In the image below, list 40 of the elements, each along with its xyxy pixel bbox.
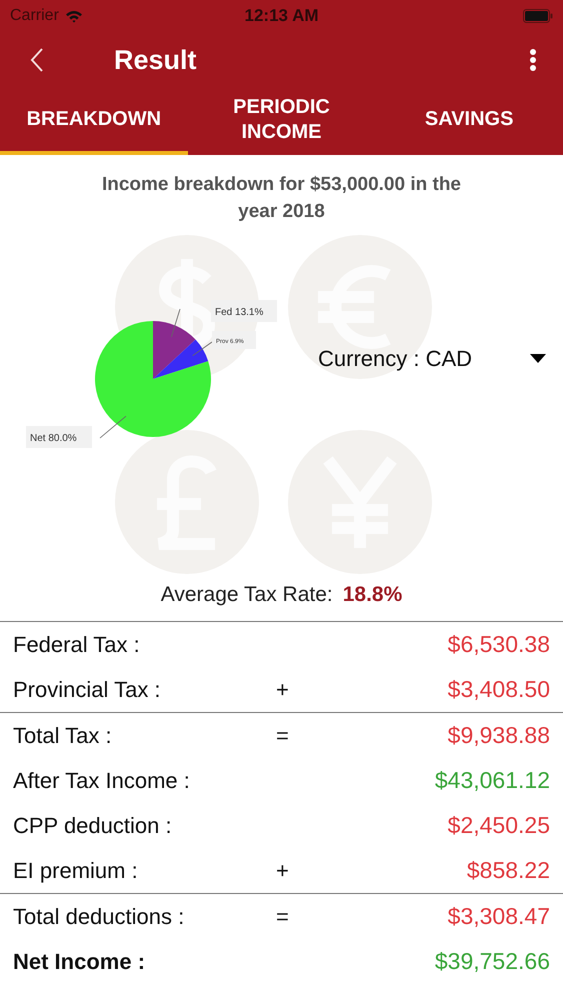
tab[interactable]: BREAKDOWN — [0, 88, 188, 155]
operator-sign: + — [276, 676, 289, 702]
average-tax-value: 18.8% — [342, 583, 402, 607]
row-amount: $858.22 — [466, 857, 550, 884]
row-label: CPP deduction : — [13, 812, 172, 838]
row-label: Total Tax : — [13, 722, 112, 748]
operator-sign: = — [276, 904, 289, 930]
clock-time: 12:13 AM — [244, 6, 318, 26]
carrier-label: Carrier — [10, 7, 59, 25]
row-label: After Tax Income : — [13, 768, 190, 794]
row-label: Total deductions : — [13, 904, 184, 930]
operator-sign: + — [276, 858, 289, 884]
operator-sign: = — [276, 722, 289, 748]
row-label: Net Income : — [13, 948, 146, 974]
slice-label: Fed 13.1% — [171, 300, 277, 338]
caret-icon — [530, 354, 546, 364]
currency-dropdown[interactable]: Currency : CAD — [318, 346, 546, 372]
row-amount: $3,408.50 — [448, 676, 550, 703]
wifi-icon — [64, 10, 83, 22]
tab[interactable]: PERIODIC INCOME — [188, 88, 376, 155]
slice-label: Fed 13.1% — [215, 307, 264, 318]
tab[interactable]: SAVINGS — [375, 88, 563, 155]
row-label: EI premium : — [13, 858, 138, 884]
row-label: Provincial Tax : — [13, 676, 161, 702]
slice-label: Net 80.0% — [30, 433, 77, 444]
battery-icon — [523, 9, 553, 23]
row-amount: $6,530.38 — [448, 631, 550, 658]
row-amount: $39,752.66 — [434, 948, 550, 975]
chart-heading: Income breakdown for $53,000.00 in the year 2018 — [100, 173, 462, 224]
pound-coin-icon — [115, 430, 259, 574]
row-amount: $9,938.88 — [448, 722, 550, 749]
row-amount: $43,061.12 — [434, 767, 550, 794]
row-label: Federal Tax : — [13, 632, 140, 658]
back-icon[interactable] — [30, 47, 44, 73]
row-amount: $2,450.25 — [448, 812, 550, 839]
average-tax-label: Average Tax Rate: — [160, 583, 333, 607]
slice-label: Net 80.0% — [26, 416, 126, 448]
row-amount: $3,308.47 — [448, 903, 550, 930]
screen-title: Result — [114, 44, 198, 76]
more-icon[interactable] — [529, 48, 537, 72]
